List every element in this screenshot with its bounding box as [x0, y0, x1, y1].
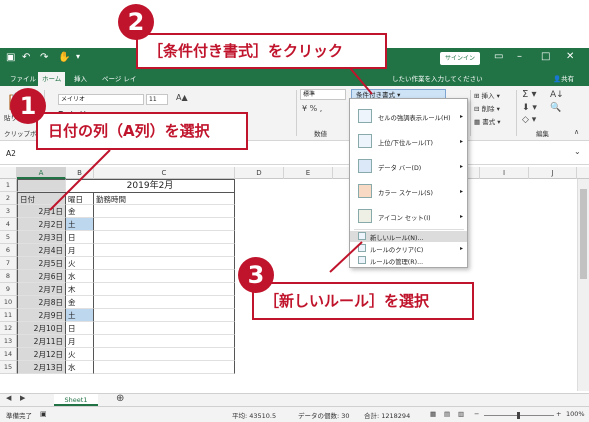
step1-callout: 日付の列（A列）を選択	[36, 112, 248, 150]
arrow-step2	[349, 67, 373, 95]
step3-callout: ［新しいルール］を選択	[252, 282, 474, 320]
arrow-step3	[329, 241, 363, 273]
step1-badge: 1	[10, 88, 46, 124]
step2-badge: 2	[118, 4, 154, 40]
arrow-step1	[49, 149, 111, 211]
step2-callout: ［条件付き書式］をクリック	[136, 33, 387, 69]
step3-badge: 3	[238, 257, 274, 293]
